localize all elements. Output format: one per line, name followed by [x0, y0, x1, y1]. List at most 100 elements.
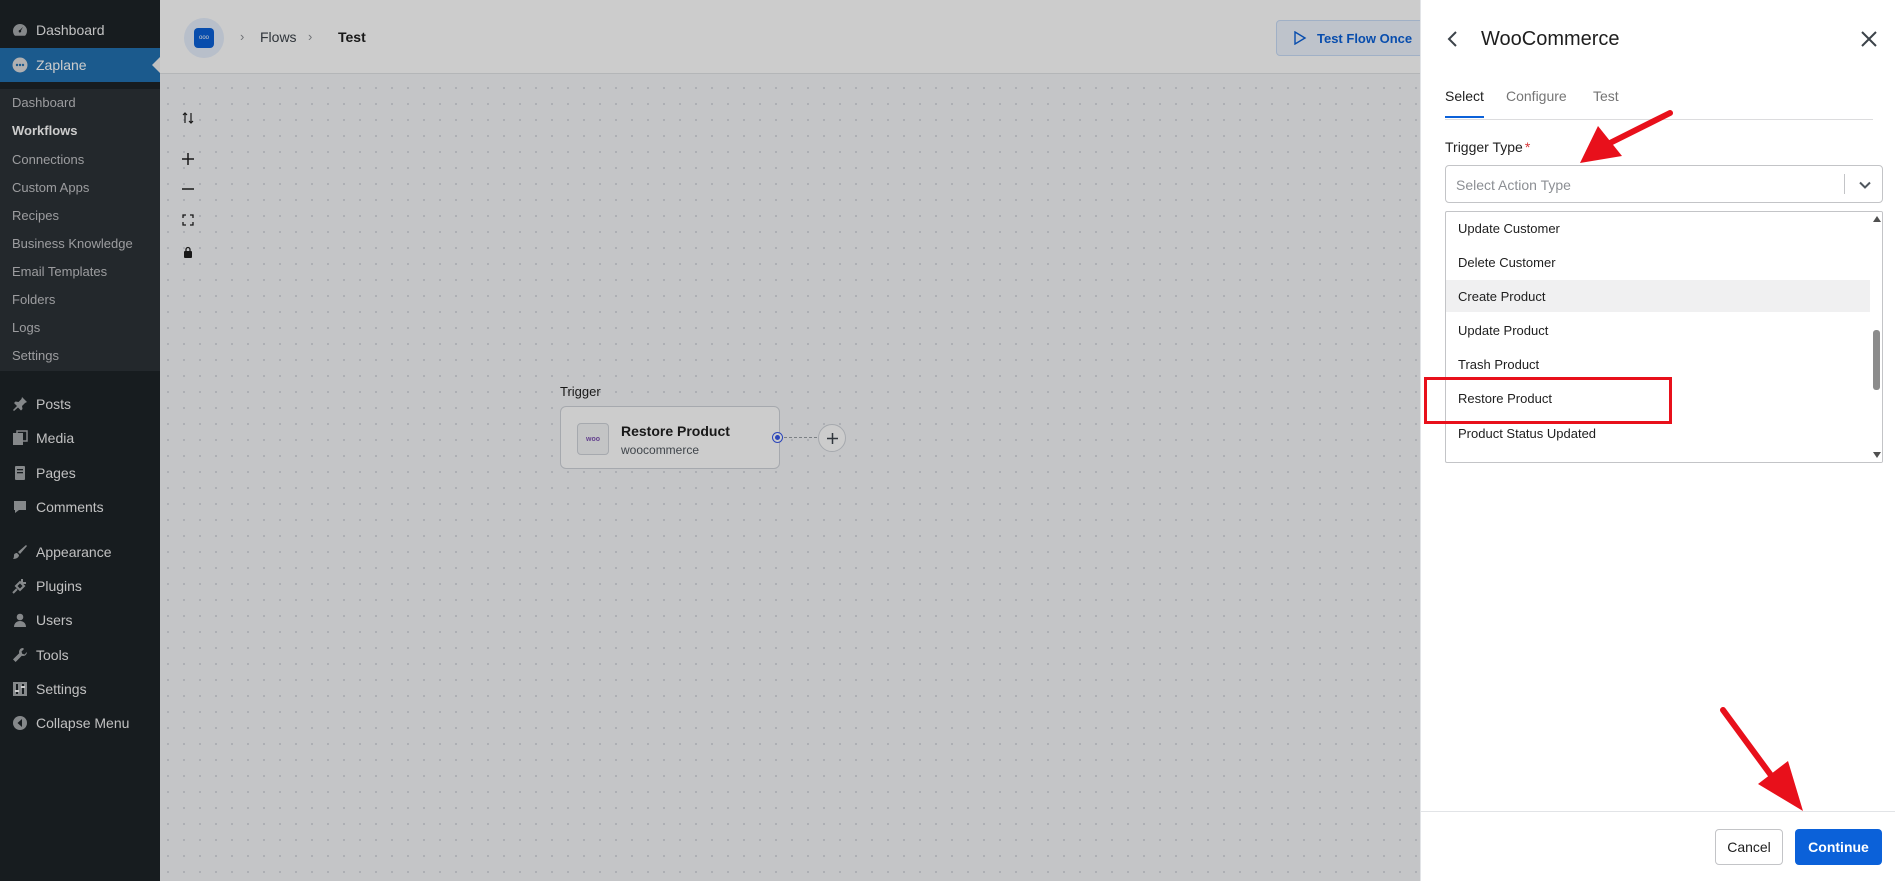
trigger-type-select[interactable]: Select Action Type [1445, 165, 1883, 203]
dropdown-scrollbar[interactable] [1870, 212, 1882, 462]
settings-sliders-icon [10, 679, 30, 699]
option-update-customer[interactable]: Update Customer [1446, 212, 1870, 244]
submenu-folders[interactable]: Folders [12, 292, 55, 307]
select-placeholder: Select Action Type [1456, 177, 1571, 193]
option-trash-product[interactable]: Trash Product [1446, 348, 1870, 380]
app-logo[interactable]: ooo [184, 18, 224, 58]
trigger-type-label-text: Trigger Type [1445, 139, 1523, 155]
zoom-out-icon[interactable] [180, 181, 196, 197]
tab-select[interactable]: Select [1445, 88, 1484, 118]
required-mark: * [1524, 139, 1531, 155]
panel-title: WooCommerce [1481, 28, 1620, 50]
close-button[interactable] [1859, 29, 1879, 49]
wp-menu-label: Collapse Menu [36, 715, 130, 731]
wp-menu-tools[interactable]: Tools [0, 638, 160, 672]
wp-menu-label: Zaplane [36, 57, 87, 73]
dashboard-icon [10, 20, 30, 40]
zoom-in-icon[interactable] [180, 151, 196, 167]
wp-menu-label: Media [36, 430, 75, 446]
wp-menu-label: Dashboard [36, 22, 105, 38]
select-divider [1844, 174, 1845, 194]
wp-menu-label: Users [36, 612, 73, 628]
submenu-email-templates[interactable]: Email Templates [12, 264, 107, 279]
submenu-workflows[interactable]: Workflows [12, 123, 78, 138]
option-restore-product[interactable]: Restore Product [1446, 382, 1870, 414]
lock-icon[interactable] [180, 244, 196, 260]
wp-menu-comments[interactable]: Comments [0, 490, 160, 524]
connector-line [784, 437, 822, 438]
wp-menu-zaplane[interactable]: Zaplane [0, 48, 160, 82]
scroll-down-arrow-icon[interactable] [1873, 452, 1881, 458]
zaplane-logo-icon [10, 55, 30, 75]
app-config-panel: WooCommerce Select Configure Test Trigge… [1420, 0, 1895, 881]
trigger-type-options[interactable]: Update Customer Delete Customer Create P… [1445, 211, 1883, 463]
swap-icon[interactable] [180, 110, 196, 126]
wp-menu-label: Plugins [36, 578, 82, 594]
node-output-handle[interactable] [773, 433, 782, 442]
test-flow-once-button[interactable]: Test Flow Once [1276, 20, 1436, 56]
scrollbar-thumb[interactable] [1873, 330, 1880, 390]
chevron-right-icon: › [240, 29, 245, 44]
wp-menu-label: Tools [36, 647, 69, 663]
tabs-divider [1445, 119, 1873, 120]
wp-menu-media[interactable]: Media [0, 421, 160, 455]
breadcrumb-flows[interactable]: Flows [260, 29, 297, 45]
wp-menu-label: Posts [36, 396, 72, 412]
woocommerce-icon-text: woo [586, 435, 600, 443]
flow-canvas[interactable]: ooo › Flows › Test Test Flow Once Trigge… [160, 0, 1436, 881]
chevron-down-icon[interactable] [1856, 176, 1874, 194]
app-logo-mark: ooo [194, 28, 214, 48]
submenu-connections[interactable]: Connections [12, 152, 84, 167]
test-flow-label: Test Flow Once [1317, 30, 1413, 46]
chevron-right-icon: › [308, 29, 313, 44]
wp-menu-collapse[interactable]: Collapse Menu [0, 706, 160, 740]
node-subtitle: woocommerce [621, 443, 700, 457]
wp-menu-settings[interactable]: Settings [0, 672, 160, 706]
wp-menu-label: Pages [36, 465, 76, 481]
wp-menu-posts[interactable]: Posts [0, 387, 160, 421]
pages-icon [10, 463, 30, 483]
submenu-recipes[interactable]: Recipes [12, 208, 59, 223]
continue-button[interactable]: Continue [1795, 829, 1882, 865]
collapse-icon [10, 713, 30, 733]
wp-menu-appearance[interactable]: Appearance [0, 535, 160, 569]
option-update-product[interactable]: Update Product [1446, 314, 1870, 346]
pushpin-icon [10, 394, 30, 414]
user-icon [10, 610, 30, 630]
cancel-button[interactable]: Cancel [1715, 829, 1783, 865]
trigger-node[interactable]: woo Restore Product woocommerce [560, 406, 780, 469]
close-icon [1861, 31, 1877, 47]
submenu-business-knowledge[interactable]: Business Knowledge [12, 236, 133, 251]
zaplane-submenu: Dashboard Workflows Connections Custom A… [0, 89, 160, 371]
scroll-up-arrow-icon[interactable] [1873, 216, 1881, 222]
woocommerce-icon: woo [577, 423, 609, 455]
option-delete-customer[interactable]: Delete Customer [1446, 246, 1870, 278]
add-step-button[interactable] [818, 424, 846, 452]
plus-icon [826, 432, 838, 444]
play-icon [1294, 31, 1307, 45]
node-title: Restore Product [621, 423, 730, 439]
submenu-custom-apps[interactable]: Custom Apps [12, 180, 89, 195]
wp-admin-sidebar: Dashboard Zaplane Dashboard Workflows Co… [0, 0, 160, 881]
wp-menu-pages[interactable]: Pages [0, 456, 160, 490]
back-button[interactable] [1443, 29, 1463, 49]
wp-menu-plugins[interactable]: Plugins [0, 569, 160, 603]
trigger-label: Trigger [560, 384, 601, 399]
wrench-icon [10, 645, 30, 665]
wp-menu-label: Appearance [36, 544, 112, 560]
option-create-product[interactable]: Create Product [1446, 280, 1870, 312]
tab-configure[interactable]: Configure [1506, 88, 1567, 116]
submenu-logs[interactable]: Logs [12, 320, 40, 335]
comment-icon [10, 497, 30, 517]
submenu-settings[interactable]: Settings [12, 348, 59, 363]
tab-test[interactable]: Test [1593, 88, 1619, 116]
plugin-icon [10, 576, 30, 596]
fit-view-icon[interactable] [180, 212, 196, 228]
submenu-dashboard[interactable]: Dashboard [12, 95, 76, 110]
paintbrush-icon [10, 542, 30, 562]
footer-divider [1421, 811, 1895, 812]
chevron-left-icon [1447, 31, 1457, 47]
wp-menu-users[interactable]: Users [0, 603, 160, 637]
option-product-status-updated[interactable]: Product Status Updated [1446, 417, 1870, 449]
wp-menu-dashboard[interactable]: Dashboard [0, 13, 160, 47]
